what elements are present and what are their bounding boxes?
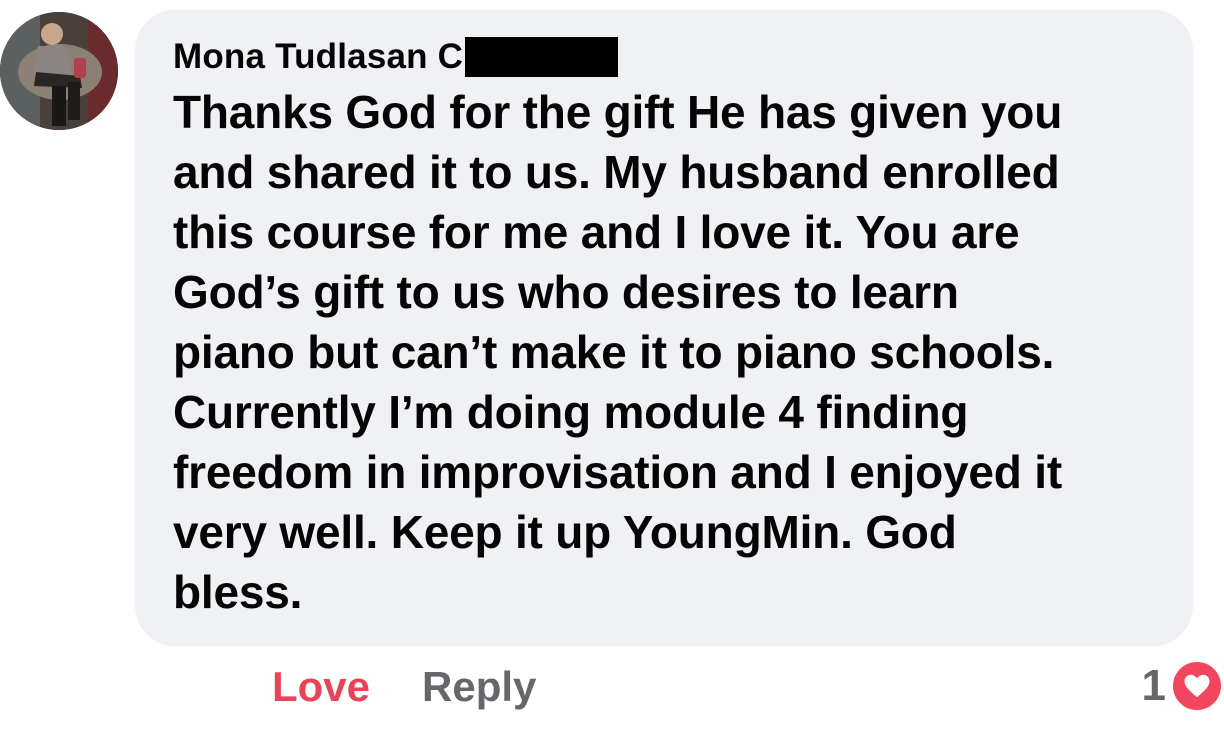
comment-actions: Love Reply [272,660,536,714]
love-button[interactable]: Love [272,663,370,711]
redaction-bar [465,37,619,77]
avatar[interactable] [0,12,118,130]
avatar-photo [0,12,118,130]
comment-text: Thanks God for the gift He has given you… [173,86,1063,618]
reply-button[interactable]: Reply [422,663,536,711]
author-name[interactable]: Mona Tudlasan C [173,37,463,77]
heart-icon [1170,659,1224,713]
reaction-summary[interactable]: 1 [1142,658,1224,714]
reaction-count: 1 [1141,661,1166,710]
comment-header: Mona Tudlasan C [173,32,1173,82]
comment-bubble: Mona Tudlasan C Thanks God for the gift … [135,10,1193,646]
